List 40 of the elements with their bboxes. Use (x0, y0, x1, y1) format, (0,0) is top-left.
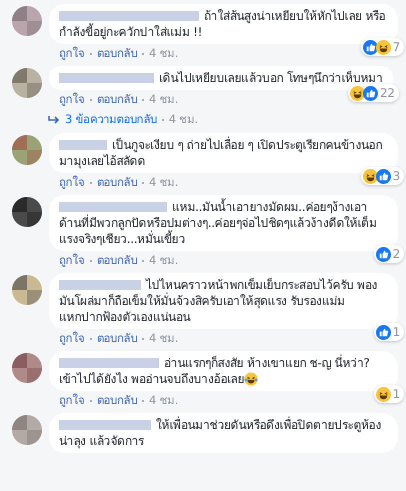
like-link[interactable]: ถูกใจ (59, 253, 85, 268)
comment-text: เดินไปเหยียบเลยแล้วบอก โทษๆนึกว่าเห็บหมา (59, 70, 383, 86)
laughing-face-icon (350, 86, 365, 100)
replies-link[interactable]: 3 ข้อความตอบกลับ (65, 112, 157, 127)
comment-text: ถ้าใส่ส้นสูงน่าเหยียบให้หักไปเลย หรือกำลังขี้อยู่กะควักปาใส่แม่ม !! (59, 8, 388, 40)
like-icon (376, 168, 391, 184)
laughing-face-icon (362, 168, 378, 184)
reaction-count[interactable]: 1 (374, 323, 404, 341)
reaction-count[interactable]: 2 (374, 245, 404, 263)
like-link[interactable]: ถูกใจ (59, 175, 85, 190)
reply-link[interactable]: ตอบกลับ (96, 175, 138, 190)
laughing-face-icon (376, 40, 391, 54)
like-icon (362, 40, 378, 54)
timestamp: 4 ชม. (149, 175, 178, 190)
reaction-count[interactable]: 7 (360, 38, 404, 56)
timestamp: 4 ชม. (149, 253, 178, 268)
like-icon (362, 86, 378, 100)
reply-link[interactable]: ตอบกลับ (96, 331, 138, 346)
like-link[interactable]: ถูกใจ (59, 331, 85, 346)
crying-laughing-icon (244, 372, 258, 386)
like-link[interactable]: ถูกใจ (59, 46, 85, 61)
timestamp: 4 ชม. (149, 92, 178, 107)
timestamp: 4 ชม. (149, 46, 178, 61)
like-link[interactable]: ถูกใจ (59, 92, 85, 107)
reply-link[interactable]: ตอบกลับ (96, 46, 138, 61)
like-icon (376, 246, 391, 262)
like-icon (376, 324, 391, 340)
reply-arrow-icon (48, 114, 60, 124)
reaction-count[interactable]: 22 (348, 84, 399, 102)
reply-link[interactable]: ตอบกลับ (96, 253, 138, 268)
like-link[interactable]: ถูกใจ (59, 393, 85, 408)
timestamp: 4 ชม. (149, 393, 178, 408)
reply-link[interactable]: ตอบกลับ (96, 393, 138, 408)
reaction-count[interactable]: 3 (360, 167, 404, 185)
timestamp: 4 ชม. (168, 112, 198, 127)
reaction-count[interactable]: 1 (374, 385, 404, 403)
reply-link[interactable]: ตอบกลับ (96, 92, 138, 107)
timestamp: 4 ชม. (149, 331, 178, 346)
laughing-face-icon (376, 386, 391, 402)
avatar[interactable] (12, 197, 42, 227)
